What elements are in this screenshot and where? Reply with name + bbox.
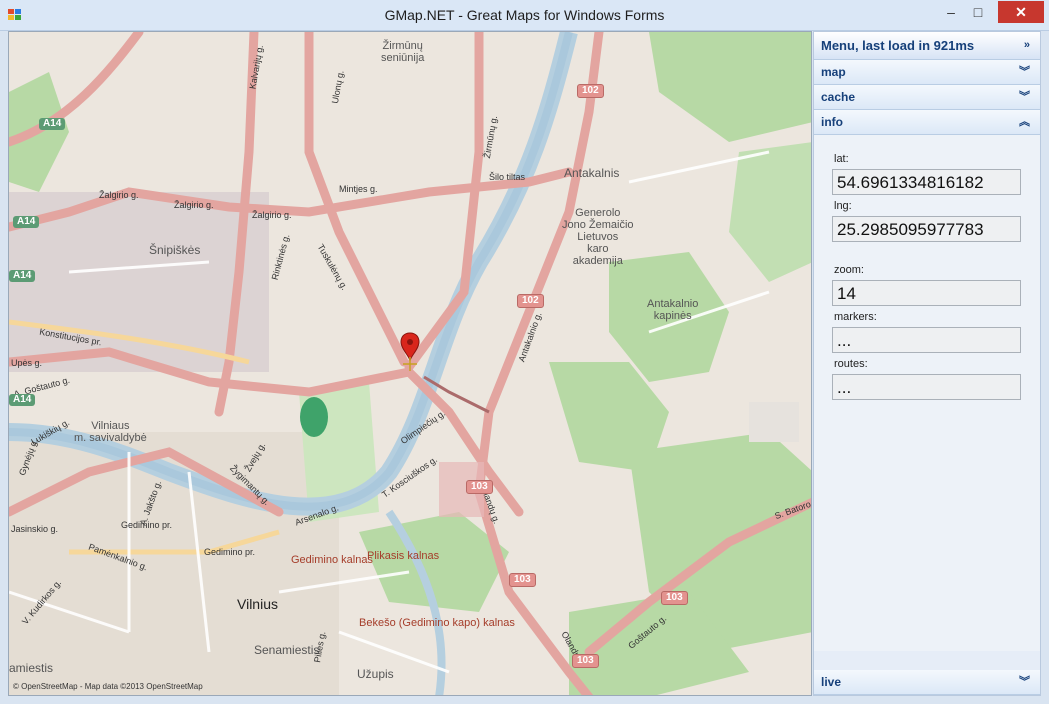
route-badge-102: 102	[517, 294, 544, 308]
road-label-zalgirio-3: Žalgirio g.	[252, 210, 292, 220]
lat-field[interactable]: 54.6961334816182	[832, 169, 1021, 195]
route-badge-a14: A14	[13, 216, 40, 228]
menu-header-label: Menu, last load in 921ms	[821, 38, 975, 53]
place-label-snipiskes: Šnipiškės	[149, 243, 201, 257]
double-chevron-down-icon[interactable]: ︾	[1019, 85, 1030, 109]
place-label-vilniaus-savivaldybe: Vilniaus m. savivaldybė	[74, 420, 147, 444]
side-panel: Menu, last load in 921ms » map ︾ cache ︾…	[813, 31, 1041, 696]
routes-field[interactable]: ...	[832, 374, 1021, 400]
place-label-antakalnis: Antakalnis	[564, 166, 620, 180]
map-copyright: © OpenStreetMap - Map data ©2013 OpenStr…	[13, 682, 203, 691]
place-label-amiestis: amiestis	[9, 661, 54, 675]
section-cache[interactable]: cache ︾	[814, 85, 1040, 110]
close-button[interactable]: ✕	[998, 1, 1044, 23]
section-live-label: live	[821, 675, 842, 689]
route-badge-103: 103	[509, 573, 536, 587]
lat-label: lat:	[834, 153, 849, 165]
markers-label: markers:	[834, 311, 877, 323]
route-badge-a14: A14	[9, 394, 36, 406]
road-label-zalgirio-2: Žalgirio g.	[174, 200, 214, 210]
road-label-upes: Upės g.	[11, 358, 43, 368]
route-badge-103: 103	[572, 654, 599, 668]
route-badge-103: 103	[466, 480, 493, 494]
road-label-zalgirio-1: Žalgirio g.	[99, 190, 139, 200]
lng-field[interactable]: 25.2985095977783	[832, 216, 1021, 242]
routes-label: routes:	[834, 358, 868, 370]
location-marker-icon[interactable]	[400, 331, 420, 371]
place-label-senamiestis: Senamiestis	[254, 643, 320, 657]
double-chevron-right-icon[interactable]: »	[1024, 32, 1030, 59]
road-label-mintjes: Mintjes g.	[339, 184, 378, 194]
lng-label: lng:	[834, 200, 852, 212]
road-label-jasinskio: Jasinskio g.	[11, 524, 59, 534]
place-label-gedimino-kalnas: Gedimino kalnas	[291, 554, 373, 566]
maximize-button[interactable]: □	[963, 1, 993, 23]
place-label-uzupis: Užupis	[357, 667, 394, 681]
section-map[interactable]: map ︾	[814, 60, 1040, 85]
window-title: GMap.NET - Great Maps for Windows Forms	[384, 7, 665, 23]
double-chevron-up-icon[interactable]: ︽	[1019, 110, 1030, 134]
section-live[interactable]: live ︾	[814, 670, 1040, 695]
place-label-bekeso: Bekešo (Gedimino kapo) kalnas	[359, 617, 515, 629]
place-label-vilnius: Vilnius	[237, 596, 278, 612]
minimize-button[interactable]: –	[936, 1, 966, 23]
menu-header[interactable]: Menu, last load in 921ms »	[814, 32, 1040, 60]
road-label-gedimino-pr-2: Gedimino pr.	[204, 547, 256, 557]
section-info[interactable]: info ︽	[814, 110, 1040, 135]
route-badge-103: 103	[661, 591, 688, 605]
zoom-label: zoom:	[834, 264, 864, 276]
section-cache-label: cache	[821, 90, 856, 104]
info-body: lat: 54.6961334816182 lng: 25.2985095977…	[814, 135, 1040, 651]
map-view[interactable]: Žirmūnų seniūnija Antakalnis Generolo Jo…	[8, 31, 812, 696]
place-label-antakalnio-kapines: Antakalnio kapinės	[647, 298, 699, 322]
double-chevron-down-icon[interactable]: ︾	[1019, 670, 1030, 694]
double-chevron-down-icon[interactable]: ︾	[1019, 60, 1030, 84]
zoom-field[interactable]: 14	[832, 280, 1021, 306]
route-badge-a14: A14	[39, 118, 66, 130]
markers-field[interactable]: ...	[832, 327, 1021, 353]
road-label-silo-tiltas: Šilo tiltas	[489, 172, 526, 182]
route-badge-a14: A14	[9, 270, 36, 282]
place-label-generolo: Generolo Jono Žemaičio Lietuvos karo aka…	[562, 207, 634, 267]
place-label-plikasis-kalnas: Plikasis kalnas	[367, 550, 440, 562]
section-info-label: info	[821, 115, 843, 129]
section-map-label: map	[821, 65, 846, 79]
title-bar: GMap.NET - Great Maps for Windows Forms …	[0, 0, 1049, 31]
route-badge-102: 102	[577, 84, 604, 98]
place-label-zirmunu-seniunija: Žirmūnų seniūnija	[381, 40, 425, 64]
